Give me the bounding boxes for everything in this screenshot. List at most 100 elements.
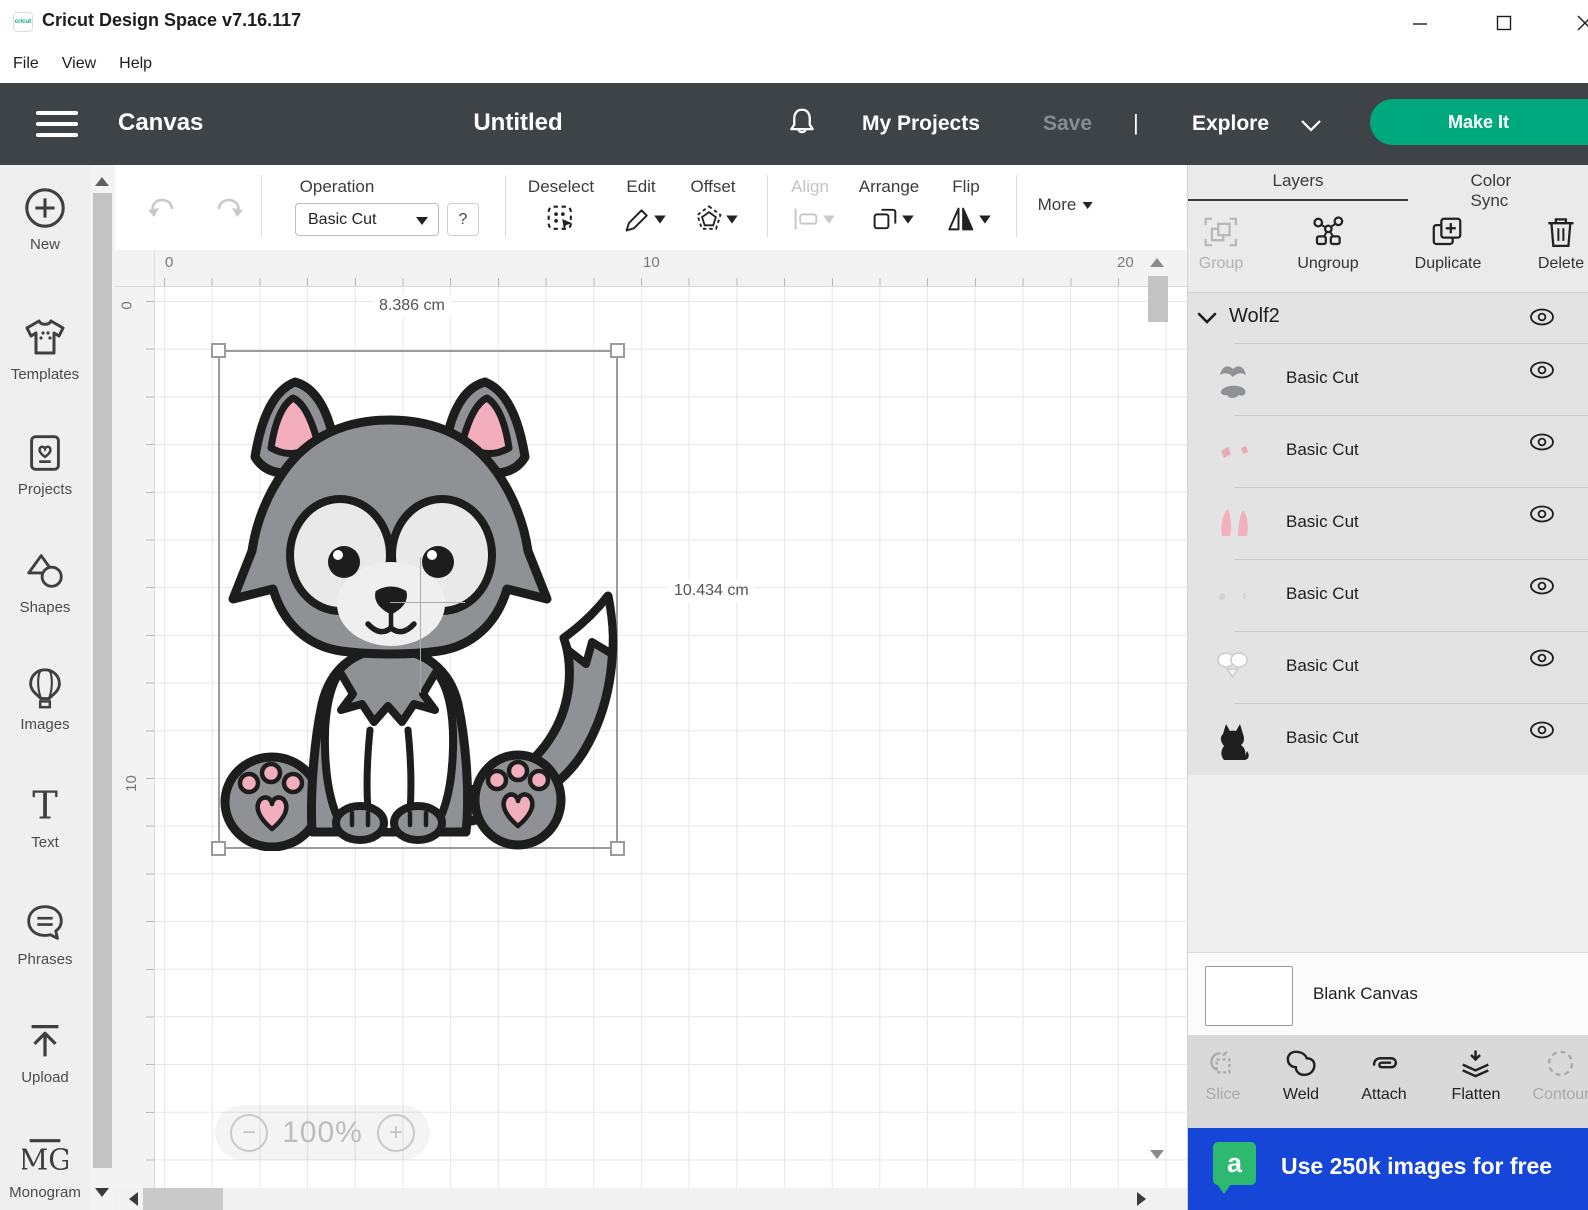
canvas-hscrollbar[interactable] (115, 1188, 1187, 1210)
make-it-button[interactable]: Make It (1370, 99, 1588, 145)
attach-button[interactable]: Attach (1361, 1048, 1407, 1104)
sidebar-item-text[interactable]: T Text (0, 783, 90, 851)
layer-row-6[interactable]: Basic Cut (1188, 703, 1588, 775)
layer-visibility-eye-icon[interactable] (1528, 648, 1556, 668)
trash-icon (1548, 218, 1574, 247)
canvas-scroll-up-icon[interactable] (1150, 258, 1164, 267)
layer-row-5[interactable]: Basic Cut (1188, 631, 1588, 703)
arrange-button[interactable] (870, 203, 916, 235)
menu-view[interactable]: View (62, 55, 106, 73)
layer-visibility-eye-icon[interactable] (1528, 432, 1556, 452)
speech-bubble-icon (27, 905, 63, 940)
maximize-button[interactable] (1481, 0, 1527, 45)
blank-canvas-row[interactable]: Blank Canvas (1188, 952, 1588, 1035)
slice-icon (1210, 1051, 1231, 1074)
close-button[interactable] (1562, 0, 1588, 45)
offset-button[interactable] (694, 203, 740, 235)
canvas-scroll-down-icon[interactable] (1150, 1150, 1164, 1159)
promo-banner-text: Use 250k images for free (1281, 1153, 1553, 1179)
sidebar-item-projects[interactable]: Projects (0, 430, 90, 498)
layer-group-name[interactable]: Wolf2 (1229, 305, 1280, 328)
layer-group-row[interactable]: Wolf2 (1188, 293, 1588, 343)
sidebar-item-shapes[interactable]: Shapes (0, 548, 90, 616)
arrange-label: Arrange (858, 177, 920, 196)
layer-thumb-pink-small-parts (1221, 446, 1248, 458)
project-clipboard-icon (30, 435, 60, 471)
deselect-button[interactable] (545, 203, 577, 235)
operation-help-button[interactable]: ? (447, 203, 479, 236)
resize-handle-bottom-right[interactable] (610, 841, 625, 856)
canvas-hscrollbar-thumb[interactable] (143, 1188, 223, 1210)
edit-label: Edit (626, 177, 656, 196)
sidebar-item-images[interactable]: Images (0, 665, 90, 733)
more-caret-icon (1082, 202, 1093, 210)
sidebar-scroll-down-icon[interactable] (95, 1188, 109, 1197)
layer-list: Wolf2 Basic Cut Basic Cut Basic Cut Basi… (1188, 292, 1588, 775)
layer-visibility-eye-icon[interactable] (1528, 576, 1556, 596)
resize-handle-top-right[interactable] (610, 343, 625, 358)
cricut-logo-icon: cricut (13, 12, 33, 32)
contour-icon (1548, 1050, 1574, 1077)
layers-panel: Layers Color Sync Group Ungroup Duplicat… (1187, 165, 1588, 1210)
tab-layers[interactable]: Layers (1272, 171, 1323, 191)
flatten-icon (1462, 1050, 1490, 1078)
weld-button[interactable]: Weld (1283, 1048, 1319, 1104)
project-title[interactable]: Untitled (473, 109, 562, 137)
group-visibility-eye-icon[interactable] (1528, 307, 1556, 327)
notifications-bell-icon[interactable] (786, 105, 818, 141)
explore-menu[interactable]: Explore (1192, 112, 1269, 136)
canvas-scroll-left-icon[interactable] (129, 1192, 138, 1206)
ungroup-button[interactable]: Ungroup (1297, 215, 1359, 273)
promo-banner[interactable]: a Use 250k images for free (1188, 1128, 1588, 1210)
sidebar-scrollbar[interactable] (90, 165, 115, 1210)
canvas-vscrollbar-thumb[interactable] (1148, 276, 1168, 322)
sidebar-item-new[interactable]: New (0, 185, 90, 253)
edit-button[interactable] (622, 203, 668, 235)
minimize-button[interactable] (1397, 0, 1443, 45)
explore-chevron-down-icon[interactable] (1300, 119, 1322, 133)
sidebar-item-monogram[interactable]: MG Monogram (0, 1133, 90, 1201)
tshirt-icon (25, 319, 65, 355)
selection-bounding-box[interactable] (211, 343, 625, 856)
blank-canvas-thumbnail (1205, 966, 1293, 1026)
design-canvas[interactable]: 8.386 cm 10.434 cm − 100% + (155, 287, 1187, 1210)
layer-visibility-eye-icon[interactable] (1528, 504, 1556, 524)
new-plus-icon (25, 188, 65, 228)
hamburger-menu-icon[interactable] (36, 111, 78, 137)
resize-handle-bottom-left[interactable] (211, 841, 226, 856)
layer-visibility-eye-icon[interactable] (1528, 360, 1556, 380)
undo-icon[interactable] (146, 193, 180, 223)
zoom-control: − 100% + (215, 1105, 430, 1160)
canvas-scroll-right-icon[interactable] (1137, 1192, 1146, 1206)
delete-button[interactable]: Delete (1538, 215, 1584, 273)
layer-row-4[interactable]: Basic Cut (1188, 559, 1588, 631)
boolean-actions-bar: Slice Weld Attach Flatten Contour (1188, 1035, 1588, 1128)
zoom-out-button[interactable]: − (230, 1113, 269, 1152)
layer-row-2[interactable]: Basic Cut (1188, 415, 1588, 487)
title-bar: cricut Cricut Design Space v7.16.117 (0, 0, 1588, 45)
sidebar-scrollbar-thumb[interactable] (93, 193, 112, 1168)
menu-help[interactable]: Help (119, 55, 162, 73)
zoom-in-button[interactable]: + (376, 1113, 415, 1152)
monogram-icon: MG (22, 1139, 68, 1176)
sidebar-item-templates[interactable]: Templates (0, 313, 90, 383)
layer-row-1[interactable]: Basic Cut (1188, 343, 1588, 415)
layer-visibility-eye-icon[interactable] (1528, 720, 1556, 740)
duplicate-button[interactable]: Duplicate (1415, 215, 1481, 273)
layer-list-empty-area (1188, 775, 1588, 952)
flatten-button[interactable]: Flatten (1452, 1048, 1500, 1104)
flip-button[interactable] (947, 203, 993, 235)
my-projects-link[interactable]: My Projects (862, 112, 980, 136)
operation-caret-icon (416, 217, 428, 225)
more-menu[interactable]: More (1038, 195, 1093, 215)
sidebar-item-upload[interactable]: Upload (0, 1018, 90, 1086)
sidebar-scroll-up-icon[interactable] (95, 177, 109, 186)
menu-file[interactable]: File (13, 55, 49, 73)
layer-row-3[interactable]: Basic Cut (1188, 487, 1588, 559)
chevron-down-icon[interactable] (1196, 310, 1218, 326)
operation-dropdown[interactable]: Basic Cut (295, 203, 439, 236)
sidebar-item-phrases[interactable]: Phrases (0, 900, 90, 968)
resize-handle-top-left[interactable] (211, 343, 226, 358)
redo-icon[interactable] (211, 193, 245, 223)
selection-height-label: 10.434 cm (668, 580, 755, 602)
